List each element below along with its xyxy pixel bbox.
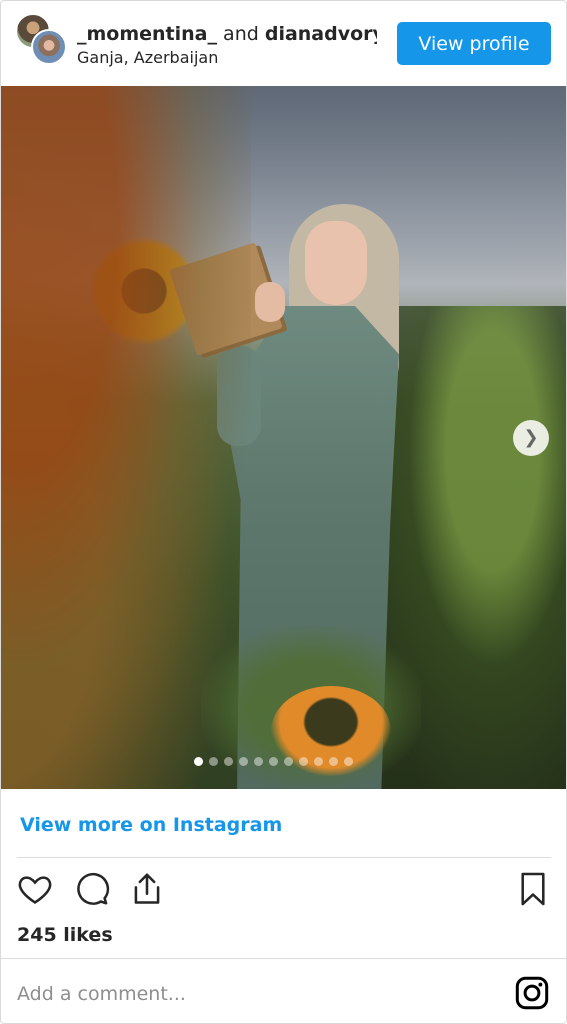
instagram-icon xyxy=(515,976,549,1010)
save-button[interactable] xyxy=(513,869,553,909)
view-more-link[interactable]: View more on Instagram xyxy=(20,814,282,836)
carousel-dot xyxy=(284,757,293,766)
username-connector: and xyxy=(217,23,265,45)
carousel-dot xyxy=(269,757,278,766)
image-face xyxy=(305,221,367,305)
carousel-dot xyxy=(239,757,248,766)
share-icon xyxy=(134,873,160,904)
comment-button[interactable] xyxy=(71,869,111,909)
carousel-dot xyxy=(209,757,218,766)
usernames: _momentina_ and dianadvoryanova xyxy=(77,23,377,47)
view-profile-button[interactable]: View profile xyxy=(397,22,551,65)
carousel-dot xyxy=(344,757,353,766)
carousel-dots xyxy=(194,757,353,767)
image-hand xyxy=(255,282,285,322)
location-link[interactable]: Ganja, Azerbaijan xyxy=(77,48,218,67)
comment-icon xyxy=(77,872,110,905)
carousel-dot xyxy=(254,757,263,766)
instagram-logo-link[interactable] xyxy=(514,975,550,1011)
heart-icon xyxy=(18,876,52,904)
image-blur xyxy=(1,86,251,789)
divider xyxy=(1,958,566,959)
divider xyxy=(17,857,551,858)
carousel-dot xyxy=(314,757,323,766)
username-link[interactable]: dianadvoryanova xyxy=(265,23,377,45)
likes-count[interactable]: 245 likes xyxy=(17,924,113,946)
post-header: _momentina_ and dianadvoryanova Ganja, A… xyxy=(1,1,566,86)
chevron-right-icon: ❯ xyxy=(523,427,539,448)
avatar[interactable] xyxy=(31,29,67,65)
username-link[interactable]: _momentina_ xyxy=(77,23,217,45)
bookmark-icon xyxy=(521,872,545,906)
carousel-next-button[interactable]: ❯ xyxy=(513,420,549,456)
post-image[interactable]: ❯ xyxy=(1,86,566,789)
instagram-embed-card: _momentina_ and dianadvoryanova Ganja, A… xyxy=(0,0,567,1024)
add-comment-input[interactable]: Add a comment... xyxy=(17,983,186,1005)
avatar-group[interactable] xyxy=(15,13,71,69)
carousel-dot xyxy=(329,757,338,766)
carousel-dot xyxy=(194,757,203,766)
carousel-dot xyxy=(224,757,233,766)
share-button[interactable] xyxy=(127,869,167,909)
carousel-dot xyxy=(299,757,308,766)
like-button[interactable] xyxy=(15,869,55,909)
